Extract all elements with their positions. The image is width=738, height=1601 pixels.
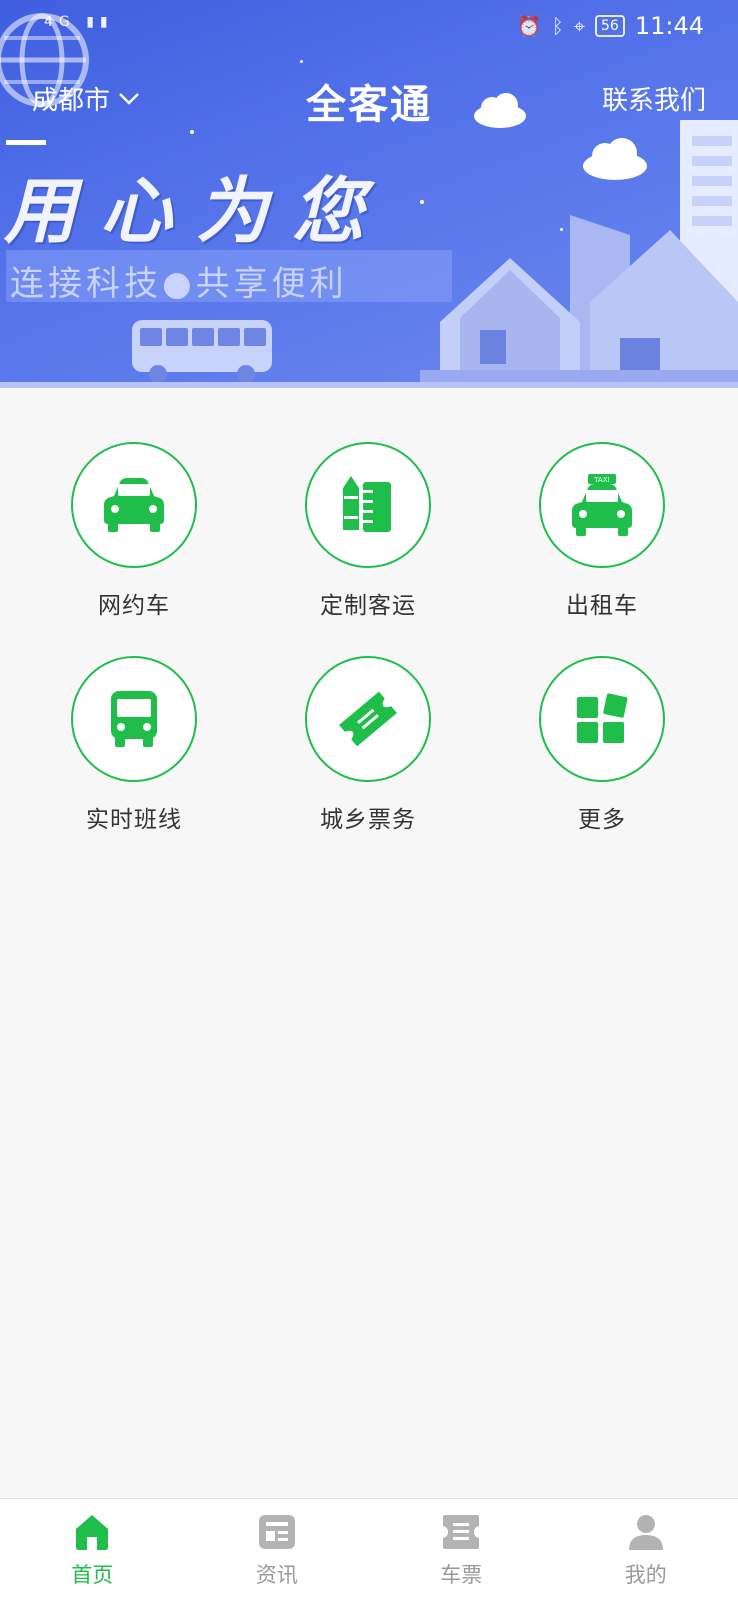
bottom-nav: 首页 资讯 车票 我的 (0, 1498, 738, 1601)
service-realtime-bus[interactable]: 实时班线 (34, 656, 234, 856)
banner-edge (0, 382, 738, 388)
service-icon-circle (305, 442, 431, 568)
status-bar: 4G ▮▮ ⏰ ᛒ ⌖ 56 11:44 (0, 0, 738, 52)
star-decoration (190, 130, 194, 134)
status-right-icons: ⏰ ᛒ ⌖ 56 11:44 (517, 12, 704, 40)
custom-transport-icon (343, 476, 393, 534)
nav-item-home[interactable]: 首页 (0, 1499, 185, 1601)
dash-decoration (6, 140, 46, 145)
service-more[interactable]: 更多 (502, 656, 702, 856)
service-label: 更多 (502, 800, 702, 834)
car-icon (102, 478, 166, 532)
nav-label: 首页 (0, 1559, 185, 1589)
more-apps-icon (575, 693, 629, 745)
network-type: 4G (44, 14, 76, 30)
status-left-icons: 4G ▮▮ (44, 14, 114, 30)
ticket-nav-icon (441, 1513, 481, 1551)
slogan-main: 用心为您 (4, 152, 388, 257)
service-icon-circle (305, 656, 431, 782)
service-label: 城乡票务 (268, 800, 468, 834)
bluetooth-icon: ᛒ (552, 14, 564, 38)
signal-icon: ▮▮ (86, 14, 113, 30)
battery-icon: 56 (595, 15, 625, 37)
star-decoration (560, 228, 563, 231)
service-label: 实时班线 (34, 800, 234, 834)
location-icon: ⌖ (574, 14, 585, 38)
service-label: 出租车 (502, 586, 702, 620)
nav-label: 车票 (369, 1559, 554, 1589)
bus-decoration-icon (130, 316, 280, 386)
user-icon (626, 1513, 666, 1551)
service-rural-ticketing[interactable]: 城乡票务 (268, 656, 468, 856)
taxi-sign-text: TAXI (593, 476, 609, 484)
service-icon-circle (71, 442, 197, 568)
service-icon-circle (71, 656, 197, 782)
nav-item-tickets[interactable]: 车票 (369, 1499, 554, 1601)
clock: 11:44 (635, 12, 704, 40)
alarm-icon: ⏰ (517, 14, 542, 38)
service-icon-circle: TAXI (539, 442, 665, 568)
nav-label: 资讯 (185, 1559, 370, 1589)
ticket-icon (336, 687, 400, 751)
taxi-icon: TAXI (570, 474, 634, 536)
service-label: 定制客运 (268, 586, 468, 620)
slogan-sub: 连接科技●共享便利 (10, 256, 348, 305)
service-label: 网约车 (34, 586, 234, 620)
service-ride-hailing[interactable]: 网约车 (34, 442, 234, 642)
header-banner: 用心为您 连接科技●共享便利 4G ▮▮ ⏰ ᛒ ⌖ 56 11:44 成都市 … (0, 0, 738, 388)
bus-icon (109, 691, 159, 747)
nav-item-profile[interactable]: 我的 (554, 1499, 738, 1601)
service-taxi[interactable]: TAXI 出租车 (502, 442, 702, 642)
service-icon-circle (539, 656, 665, 782)
nav-item-news[interactable]: 资讯 (185, 1499, 370, 1601)
cloud-decoration-icon (580, 136, 650, 182)
home-icon (72, 1513, 112, 1551)
news-icon (257, 1513, 297, 1551)
contact-us-button[interactable]: 联系我们 (602, 80, 706, 117)
nav-label: 我的 (554, 1559, 738, 1589)
star-decoration (300, 60, 303, 63)
service-custom-transport[interactable]: 定制客运 (268, 442, 468, 642)
star-decoration (420, 200, 424, 204)
